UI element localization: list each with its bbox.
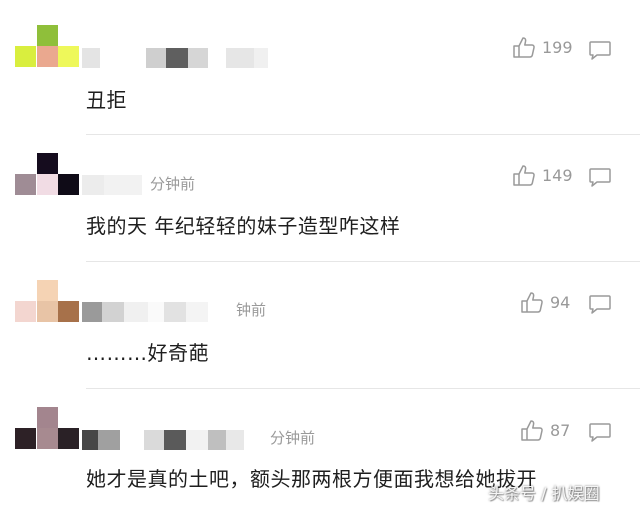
comment-text: 我的天 年纪轻轻的妹子造型咋这样 [86,214,401,238]
like-button[interactable]: 87 [520,419,570,441]
username-blurred[interactable] [82,302,208,322]
watermark: 头条号 / 扒娱圈 [488,484,600,503]
thumbs-up-icon [521,292,543,313]
comment-bubble-icon[interactable] [588,167,612,187]
comment-bubble-icon[interactable] [588,294,612,314]
comment-item: 钟前 ………好奇葩 94 [0,262,640,389]
comment-time: 钟前 [236,301,267,319]
comment-bubble-icon[interactable] [588,40,612,60]
like-count: 199 [542,37,573,57]
username-blurred[interactable] [82,175,142,195]
comment-text: 丑拒 [86,88,127,112]
comment-item: 丑拒 199 [0,0,640,135]
avatar[interactable] [15,407,79,471]
like-count: 87 [550,420,571,440]
like-button[interactable]: 199 [512,36,573,58]
comment-time: 分钟前 [270,429,316,447]
like-button[interactable]: 149 [512,164,573,186]
comment-text: ………好奇葩 [86,341,209,365]
comment-time: 分钟前 [150,175,196,193]
avatar[interactable] [15,153,79,217]
username-blurred[interactable] [82,430,244,450]
thumbs-up-icon [513,165,535,186]
like-count: 149 [542,165,573,185]
comment-item: 分钟前 我的天 年纪轻轻的妹子造型咋这样 149 [0,135,640,262]
like-button[interactable]: 94 [520,291,570,313]
comment-bubble-icon[interactable] [588,422,612,442]
avatar[interactable] [15,280,79,344]
comment-text: 她才是真的土吧，额头那两根方便面我想给她拔开 [86,467,537,491]
avatar[interactable] [15,25,79,89]
thumbs-up-icon [521,420,543,441]
username-blurred[interactable] [82,48,268,68]
thumbs-up-icon [513,37,535,58]
like-count: 94 [550,292,571,312]
